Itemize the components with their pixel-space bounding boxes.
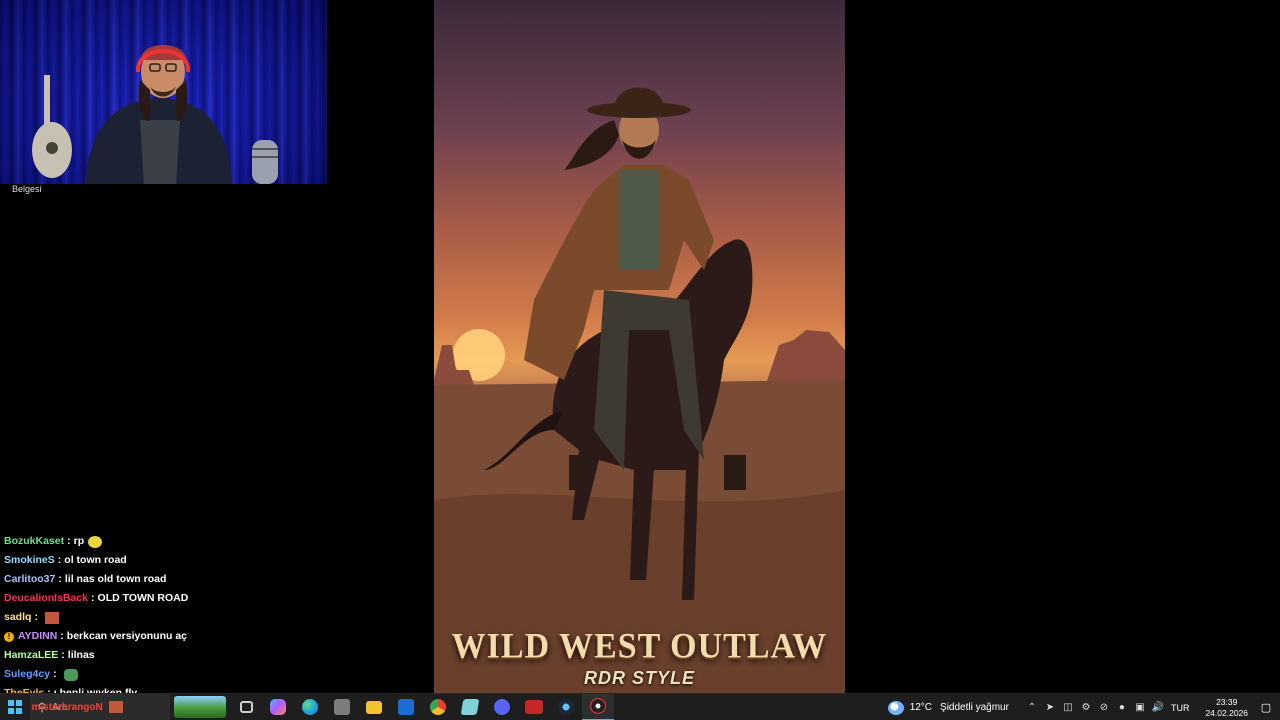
start-button[interactable] bbox=[0, 694, 30, 720]
weather-rain-icon bbox=[887, 700, 904, 715]
chat-message: DeucalionIsBack: OLD TOWN ROAD bbox=[4, 589, 424, 608]
chat-username: BozukKaset bbox=[4, 535, 65, 547]
emote-image-icon bbox=[44, 611, 59, 624]
outlook-icon bbox=[398, 699, 414, 715]
clock-time: 23:39 bbox=[1216, 696, 1238, 707]
chat-text: OLD TOWN ROAD bbox=[97, 592, 189, 604]
chat-username: Carlitoo37 bbox=[4, 573, 56, 585]
chat-username: DeucalionIsBack bbox=[4, 592, 89, 604]
store-button[interactable] bbox=[326, 694, 358, 720]
emote-yellow-icon bbox=[88, 535, 103, 548]
rider-boot-right bbox=[724, 455, 746, 490]
chat-username: AYDINN bbox=[18, 630, 58, 642]
rider-boot-left bbox=[569, 455, 587, 490]
discord-icon bbox=[494, 699, 510, 715]
poster-subtitle: RDR STYLE bbox=[583, 668, 695, 688]
chrome-icon bbox=[430, 699, 446, 715]
stream-chat: BozukKaset: rp SmokineS: ol town road Ca… bbox=[4, 532, 424, 703]
rider-hat-crown bbox=[614, 87, 664, 110]
device-icon[interactable]: ◫ bbox=[1060, 702, 1076, 713]
copilot-button[interactable] bbox=[262, 694, 294, 720]
badge-icon: ! bbox=[4, 631, 14, 642]
rider-hair bbox=[564, 120, 619, 170]
volume-icon[interactable]: 🔊 bbox=[1150, 702, 1166, 713]
steam-button[interactable] bbox=[550, 694, 582, 720]
copilot-icon bbox=[270, 699, 286, 715]
video-editor-icon bbox=[525, 700, 543, 714]
taskview-button[interactable] bbox=[230, 694, 262, 720]
webcam-caption: Belgesi bbox=[12, 184, 42, 194]
windows-logo-icon bbox=[8, 700, 22, 714]
chat-text: berkcan versiyonunu aç bbox=[66, 630, 188, 642]
chat-username: Suleg4cy bbox=[4, 668, 51, 680]
notification-icon[interactable]: ▢ bbox=[1256, 701, 1276, 714]
language-indicator[interactable]: TUR bbox=[1171, 703, 1190, 713]
chat-text: lil nas old town road bbox=[64, 573, 167, 585]
weather-temp: 12°C bbox=[909, 702, 933, 713]
streamer-figure bbox=[32, 45, 278, 184]
edge-button[interactable] bbox=[294, 694, 326, 720]
tray-app-icon[interactable]: ➤ bbox=[1042, 702, 1058, 713]
cowboy-illustration bbox=[434, 87, 845, 693]
video-editor-button[interactable] bbox=[518, 694, 550, 720]
chat-message: HamzaLEE: lilnas bbox=[4, 646, 424, 665]
overlay-username: misterhrangoN bbox=[31, 701, 103, 713]
poster-title: WILD WEST OUTLAW bbox=[451, 627, 828, 666]
chrome-button[interactable] bbox=[422, 694, 454, 720]
chat-text: ol town road bbox=[64, 554, 127, 566]
windows-taskbar: ⚲ Ara misterhrangoN 12°C Şiddetli yağmur… bbox=[0, 693, 1280, 720]
microphone-icon[interactable]: ● bbox=[1114, 702, 1130, 713]
file-explorer-button[interactable] bbox=[358, 694, 390, 720]
outlook-button[interactable] bbox=[390, 694, 422, 720]
poster-artwork: WILD WEST OUTLAW RDR STYLE bbox=[434, 0, 845, 693]
chat-message: ! AYDINN: berkcan versiyonunu aç bbox=[4, 627, 424, 646]
obs-icon bbox=[590, 698, 606, 714]
network-icon[interactable]: ▣ bbox=[1132, 702, 1148, 713]
chat-username: SmokineS bbox=[4, 554, 55, 566]
emote-image-icon bbox=[108, 701, 123, 713]
steam-icon bbox=[558, 699, 574, 715]
clock-date: 24.02.2026 bbox=[1205, 707, 1248, 718]
clock[interactable]: 23:39 24.02.2026 bbox=[1205, 697, 1248, 719]
chat-username: HamzaLEE bbox=[4, 649, 59, 661]
chat-message: sadlq: bbox=[4, 608, 424, 627]
taskbar-search-box[interactable]: ⚲ Ara misterhrangoN bbox=[30, 693, 170, 720]
chat-message: SmokineS: ol town road bbox=[4, 551, 424, 570]
chat-text: lilnas bbox=[67, 649, 95, 661]
mute-icon[interactable]: ⊘ bbox=[1096, 702, 1112, 713]
vpn-icon[interactable]: ⚙ bbox=[1078, 702, 1094, 713]
guitar-neck bbox=[44, 75, 50, 125]
notepad-button[interactable] bbox=[454, 694, 486, 720]
microphone bbox=[252, 140, 278, 184]
file-explorer-icon bbox=[366, 700, 382, 714]
widgets-button[interactable] bbox=[174, 696, 226, 718]
system-tray: 12°C Şiddetli yağmur ⌃ ➤ ◫ ⚙ ⊘ ● ▣ 🔊 TUR… bbox=[887, 694, 1280, 720]
emote-green-icon bbox=[63, 668, 78, 681]
chat-message: BozukKaset: rp bbox=[4, 532, 424, 551]
chat-text: rp bbox=[73, 535, 85, 547]
chevron-up-icon[interactable]: ⌃ bbox=[1024, 702, 1040, 713]
weather-widget[interactable]: 12°C Şiddetli yağmur bbox=[887, 700, 1009, 715]
rider-shirt bbox=[619, 170, 659, 270]
weather-condition: Şiddetli yağmur bbox=[940, 702, 1009, 713]
obs-button[interactable] bbox=[582, 693, 614, 720]
discord-button[interactable] bbox=[486, 694, 518, 720]
taskview-icon bbox=[239, 701, 253, 713]
notepad-icon bbox=[460, 699, 480, 715]
chat-message: Suleg4cy: bbox=[4, 665, 424, 684]
webcam-overlay bbox=[0, 0, 327, 184]
chat-message: Carlitoo37: lil nas old town road bbox=[4, 570, 424, 589]
store-icon bbox=[334, 699, 350, 715]
chat-username: sadlq bbox=[4, 611, 32, 623]
edge-icon bbox=[302, 699, 318, 715]
